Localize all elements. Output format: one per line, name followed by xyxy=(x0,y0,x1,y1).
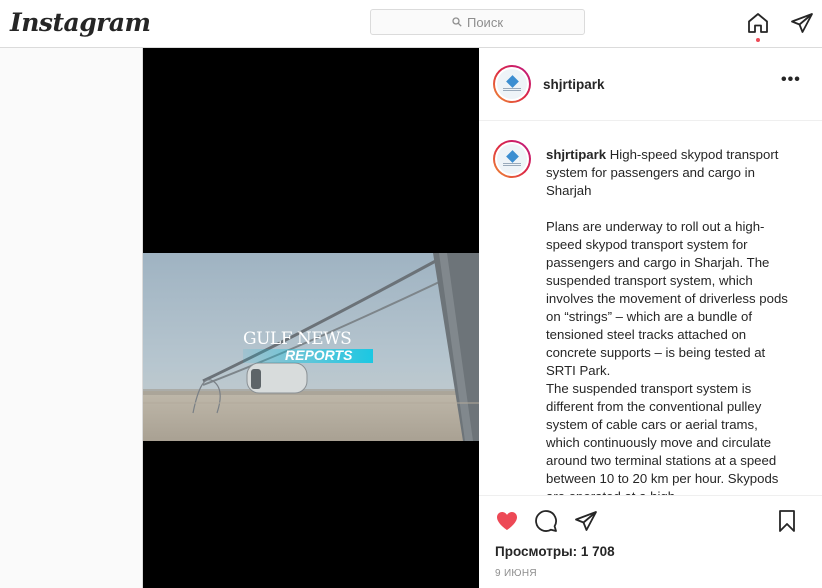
top-navigation-bar: Instagram Поиск xyxy=(0,0,822,48)
views-count[interactable]: Просмотры: 1 708 xyxy=(495,544,615,559)
notification-dot xyxy=(756,38,760,42)
video-player[interactable]: GULF NEWS REPORTS xyxy=(143,48,479,588)
caption-avatar-image xyxy=(497,144,527,174)
bookmark-icon[interactable] xyxy=(775,509,799,533)
caption-paragraph-2: The suspended transport system is differ… xyxy=(546,381,779,495)
caption: shjrtipark High-speed skypod transport s… xyxy=(546,146,788,495)
caption-avatar-ring xyxy=(495,142,529,176)
logo-text-lines xyxy=(503,88,521,91)
watermark-title: GULF NEWS xyxy=(243,329,352,349)
instagram-logo[interactable]: Instagram xyxy=(10,8,151,37)
home-icon[interactable] xyxy=(746,11,770,35)
search-placeholder: Поиск xyxy=(466,14,504,30)
logo-mark-icon xyxy=(505,75,519,88)
post-container: GULF NEWS REPORTS shjrtipark ••• shjrtip… xyxy=(142,48,822,588)
post-actions: Просмотры: 1 708 9 ИЮНЯ xyxy=(479,495,822,588)
share-icon[interactable] xyxy=(574,509,598,533)
caption-username-link[interactable]: shjrtipark xyxy=(546,147,606,162)
caption-logo-mark-icon xyxy=(505,150,519,163)
avatar-image xyxy=(497,69,527,99)
post-side-panel: shjrtipark ••• shjrtipark High-speed sky… xyxy=(479,48,822,588)
watermark-subtitle: REPORTS xyxy=(285,347,353,363)
post-date[interactable]: 9 ИЮНЯ xyxy=(495,568,537,579)
heart-icon[interactable] xyxy=(495,509,519,533)
caption-logo-text-lines xyxy=(503,163,521,166)
avatar[interactable] xyxy=(493,65,531,103)
search-input[interactable]: Поиск xyxy=(370,9,585,35)
video-frame[interactable]: GULF NEWS REPORTS xyxy=(143,253,479,441)
username-link[interactable]: shjrtipark xyxy=(543,77,605,92)
direct-message-icon[interactable] xyxy=(790,11,814,35)
search-icon xyxy=(452,17,462,27)
caption-paragraph-1: Plans are underway to roll out a high-sp… xyxy=(546,219,788,378)
comment-icon[interactable] xyxy=(534,509,558,533)
post-header: shjrtipark ••• xyxy=(479,48,822,121)
caption-avatar[interactable] xyxy=(493,140,531,178)
more-options-icon[interactable]: ••• xyxy=(781,72,801,92)
avatar-ring xyxy=(495,67,529,101)
caption-header: shjrtipark High-speed skypod transport s… xyxy=(546,146,788,200)
caption-scroll-area[interactable]: shjrtipark High-speed skypod transport s… xyxy=(479,122,822,495)
